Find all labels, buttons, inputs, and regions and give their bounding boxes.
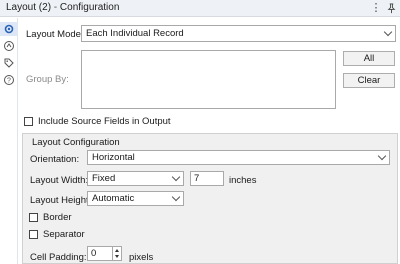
cell-padding-value: 0 xyxy=(91,248,97,259)
layout-width-value: Fixed xyxy=(92,173,116,184)
layout-mode-value: Each Individual Record xyxy=(86,28,184,39)
layout-height-value: Automatic xyxy=(92,193,135,204)
group-by-list[interactable] xyxy=(81,50,336,109)
sidebar: ? xyxy=(0,18,18,264)
window-subtitle: Configuration xyxy=(59,2,120,13)
clear-button[interactable]: Clear xyxy=(343,73,395,88)
chevron-down-icon xyxy=(171,172,181,182)
help-icon[interactable]: ? xyxy=(3,74,15,86)
navigate-icon[interactable] xyxy=(3,40,15,52)
border-checkbox[interactable] xyxy=(29,213,38,222)
title-bar: Layout (2) - Configuration ⋮ xyxy=(0,0,400,17)
svg-text:?: ? xyxy=(7,78,11,85)
layout-width-unit: inches xyxy=(229,175,257,186)
gear-icon[interactable] xyxy=(3,23,15,35)
layout-width-input[interactable]: 7 xyxy=(190,171,224,186)
cell-padding-unit: pixels xyxy=(129,252,154,263)
stepper-arrows-icon[interactable] xyxy=(112,247,121,260)
cell-padding-stepper[interactable]: 0 xyxy=(87,246,122,261)
border-label: Border xyxy=(43,212,72,223)
layout-configuration-title: Layout Configuration xyxy=(30,137,122,148)
layout-mode-label: Layout Mode: xyxy=(26,29,84,40)
orientation-select[interactable]: Horizontal xyxy=(87,150,390,165)
window-title-separator: - xyxy=(51,2,60,13)
orientation-label: Orientation: xyxy=(30,154,80,165)
layout-height-label: Layout Height: xyxy=(30,195,92,206)
window-title-text: Layout (2) xyxy=(6,2,52,13)
separator-label: Separator xyxy=(43,229,85,240)
chevron-down-icon xyxy=(377,151,387,161)
tag-icon[interactable] xyxy=(3,57,15,69)
window-title: Layout (2) - Configuration xyxy=(6,2,119,13)
chevron-down-icon xyxy=(171,192,181,202)
layout-height-select[interactable]: Automatic xyxy=(87,191,184,206)
group-by-label: Group By: xyxy=(26,74,69,85)
layout-mode-select[interactable]: Each Individual Record xyxy=(81,25,396,42)
layout-width-select[interactable]: Fixed xyxy=(87,171,184,186)
chevron-down-icon xyxy=(383,27,393,37)
include-source-fields-checkbox[interactable] xyxy=(24,117,33,126)
orientation-value: Horizontal xyxy=(92,152,135,163)
cell-padding-label: Cell Padding: xyxy=(30,252,87,263)
layout-width-amount: 7 xyxy=(194,173,200,184)
more-vertical-icon[interactable]: ⋮ xyxy=(369,1,383,15)
layout-width-label: Layout Width: xyxy=(30,175,89,186)
pin-icon[interactable] xyxy=(384,1,398,15)
all-button[interactable]: All xyxy=(343,51,395,66)
include-source-fields-label: Include Source Fields in Output xyxy=(38,116,171,127)
separator-checkbox[interactable] xyxy=(29,230,38,239)
